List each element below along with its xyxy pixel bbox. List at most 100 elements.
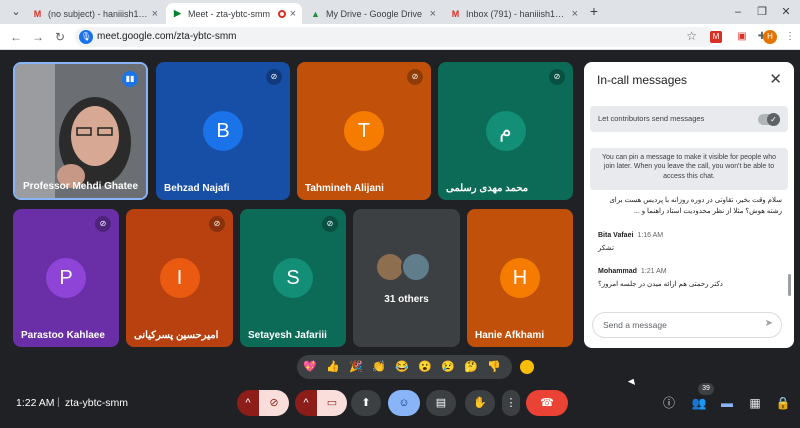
extension-pdf-icon[interactable]: ▣ xyxy=(734,29,750,45)
new-tab-button[interactable]: + xyxy=(587,3,601,21)
omnibox[interactable]: 🎙 meet.google.com/zta-ybtc-smm ☆ xyxy=(75,27,715,47)
close-icon[interactable]: × xyxy=(572,8,578,20)
tab-gmail-no-subject[interactable]: M (no subject) - haniiish1400@gm × xyxy=(26,3,164,24)
people-count-badge: 39 xyxy=(698,383,714,395)
restore-icon[interactable]: ❐ xyxy=(752,3,772,21)
participant-tile[interactable]: B ⊘ Behzad Najafi xyxy=(156,62,290,200)
message-time: 1:16 AM xyxy=(637,232,664,239)
contributors-toggle[interactable]: ✓ xyxy=(758,113,780,126)
clap-reaction-icon[interactable]: 👏 xyxy=(372,360,386,374)
chat-icon[interactable]: ▬ xyxy=(716,392,738,414)
skin-tone-picker[interactable] xyxy=(520,360,534,374)
end-call-button[interactable]: ☎ xyxy=(526,390,568,416)
url-text[interactable]: meet.google.com/zta-ybtc-smm xyxy=(97,31,237,42)
thumbs-up-reaction-icon[interactable]: 👍 xyxy=(326,360,340,374)
back-icon[interactable]: ← xyxy=(8,29,24,45)
participant-tile[interactable]: I ⊘ امیرحسین پسرکیانی xyxy=(126,209,233,347)
extension-gmail-icon[interactable]: M xyxy=(710,31,722,43)
close-icon[interactable]: × xyxy=(290,8,296,20)
phone-hangup-icon: ☎ xyxy=(540,397,554,409)
chat-message: Mohammad 1:21 AM دکتر رحمتی هم ارائه میدن… xyxy=(598,268,782,288)
heart-reaction-icon[interactable]: 💖 xyxy=(303,360,317,374)
chat-message: Bita Vafaei 1:16 AM تشکر xyxy=(598,232,782,252)
mic-toggle-button[interactable]: ⊘ xyxy=(259,390,289,416)
tab-meet[interactable]: ▶ Meet - zta-ybtc-smm × xyxy=(166,3,302,24)
surprised-reaction-icon[interactable]: 😮 xyxy=(418,360,432,374)
message-text: دکتر رحمتی هم ارائه میدن در جلسه امروز؟ xyxy=(598,281,723,288)
more-options-button[interactable]: ⋮ xyxy=(502,390,520,416)
present-screen-button[interactable]: ⬆ xyxy=(351,390,381,416)
separator: | xyxy=(57,396,60,408)
camera-toggle-button[interactable]: ▭ xyxy=(317,390,347,416)
people-icon[interactable]: 👥 xyxy=(688,392,710,414)
check-icon: ✓ xyxy=(767,113,780,126)
meeting-info-icon[interactable]: ⓘ xyxy=(658,392,680,414)
participant-name: امیرحسین پسرکیانی xyxy=(134,330,219,341)
participant-avatar: P xyxy=(46,258,86,298)
mic-options-button[interactable]: ^ xyxy=(237,390,259,416)
message-sender: Mohammad xyxy=(598,268,637,275)
close-icon[interactable]: × xyxy=(152,8,158,20)
participant-name: محمد مهدی رسلمی xyxy=(446,183,529,194)
sad-reaction-icon[interactable]: 😢 xyxy=(441,360,455,374)
send-message-input[interactable]: Send a message ➤ xyxy=(592,312,782,338)
pin-info-banner: You can pin a message to make it visible… xyxy=(590,148,788,190)
profile-avatar[interactable]: H xyxy=(763,30,777,44)
thumbs-down-reaction-icon[interactable]: 👎 xyxy=(487,360,501,374)
participant-avatar: م xyxy=(485,111,526,151)
more-menu-icon[interactable]: ⋮ xyxy=(782,29,798,45)
participant-avatar: H xyxy=(500,258,540,298)
thinking-reaction-icon[interactable]: 🤔 xyxy=(464,360,478,374)
activities-icon[interactable]: ▦ xyxy=(744,392,766,414)
reactions-button[interactable]: ☺ xyxy=(388,390,420,416)
drive-icon: ▲ xyxy=(311,8,320,19)
tab-google-drive[interactable]: ▲ My Drive - Google Drive × xyxy=(304,3,442,24)
participant-name: Setayesh Jafariii xyxy=(248,330,327,341)
reload-icon[interactable]: ↻ xyxy=(52,29,68,45)
mic-off-icon: ⊘ xyxy=(266,69,282,85)
gmail-icon: M xyxy=(451,8,460,19)
gmail-icon: M xyxy=(33,8,42,19)
participant-tile[interactable]: م ⊘ محمد مهدی رسلمی xyxy=(438,62,573,200)
message-text: تشکر xyxy=(598,245,614,252)
host-controls-icon[interactable]: 🔒 xyxy=(772,392,794,414)
hand-icon: ✋ xyxy=(473,397,487,409)
tab-gmail-inbox[interactable]: M Inbox (791) - haniiish1400@gm × xyxy=(444,3,584,24)
message-sender: Bita Vafaei xyxy=(598,232,634,239)
raise-hand-button[interactable]: ✋ xyxy=(465,390,495,416)
participant-tile-speaker[interactable]: ▮▮ Professor Mehdi Ghatee xyxy=(13,62,148,200)
participant-name: Tahmineh Alijani xyxy=(305,183,384,194)
mic-off-icon: ⊘ xyxy=(322,216,338,232)
send-icon[interactable]: ➤ xyxy=(765,318,773,329)
participant-tile[interactable]: S ⊘ Setayesh Jafariii xyxy=(240,209,346,347)
mic-off-icon: ⊘ xyxy=(269,397,279,409)
party-reaction-icon[interactable]: 🎉 xyxy=(349,360,363,374)
camera-off-icon: ▭ xyxy=(326,397,338,409)
close-icon[interactable]: × xyxy=(430,8,436,20)
bookmark-star-icon[interactable]: ☆ xyxy=(686,29,697,43)
mic-off-icon: ⊘ xyxy=(95,216,111,232)
site-info-icon[interactable]: 🎙 xyxy=(79,30,93,44)
captions-button[interactable]: ▤ xyxy=(426,390,456,416)
tab-title: My Drive - Google Drive xyxy=(326,8,423,19)
tab-search-icon[interactable]: ⌄ xyxy=(6,3,26,21)
participant-tile[interactable]: T ⊘ Tahmineh Alijani xyxy=(297,62,431,200)
emoji-icon: ☺ xyxy=(398,397,410,409)
toggle-label: Let contributors send messages xyxy=(598,114,705,123)
camera-options-button[interactable]: ^ xyxy=(295,390,317,416)
contributors-toggle-row: Let contributors send messages ✓ xyxy=(590,106,788,132)
others-tile[interactable]: 31 others xyxy=(353,209,460,347)
others-count: 31 others xyxy=(384,294,429,305)
laugh-reaction-icon[interactable]: 😂 xyxy=(395,360,409,374)
minimize-icon[interactable]: – xyxy=(728,3,748,21)
mic-off-icon: ⊘ xyxy=(209,216,225,232)
participant-name: Parastoo Kahlaee xyxy=(21,330,105,341)
forward-icon[interactable]: → xyxy=(30,29,46,45)
window-close-icon[interactable]: ✕ xyxy=(776,3,796,21)
chat-scrollbar[interactable] xyxy=(788,274,791,296)
participant-tile[interactable]: H Hanie Afkhami xyxy=(467,209,573,347)
close-panel-icon[interactable]: ✕ xyxy=(769,70,782,88)
in-call-messages-panel: In-call messages ✕ Let contributors send… xyxy=(584,62,794,348)
participant-avatar: I xyxy=(159,258,200,298)
participant-tile[interactable]: P ⊘ Parastoo Kahlaee xyxy=(13,209,119,347)
